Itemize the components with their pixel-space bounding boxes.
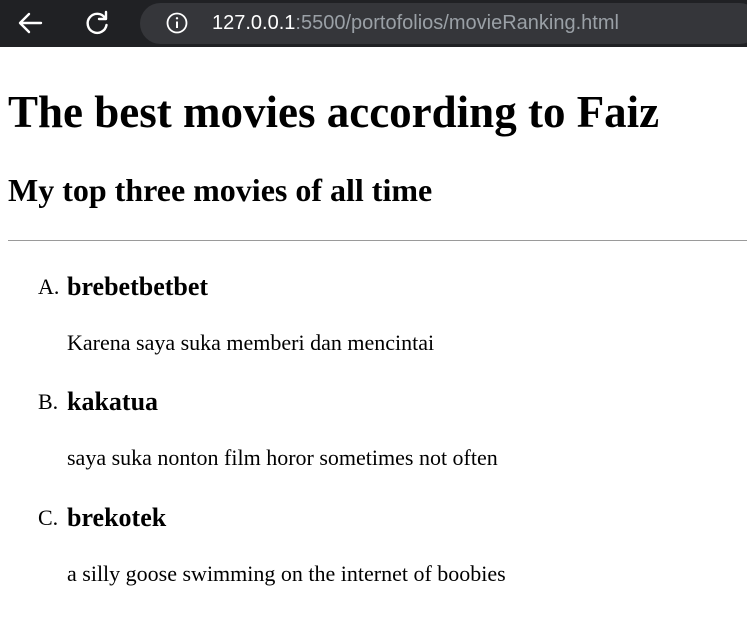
reload-button[interactable] [79,6,115,40]
back-button[interactable] [12,6,48,40]
movie-description: saya suka nonton film horor sometimes no… [67,445,498,470]
back-arrow-icon [18,12,43,34]
url-host: 127.0.0.1 [212,12,296,34]
movie-title: kakatua [67,387,159,416]
list-marker: A. [38,274,60,299]
movie-description: Karena saya suka memberi dan mencintai [67,330,435,355]
url-path: :5500/portofolios/movieRanking.html [295,12,619,34]
browser-toolbar: 127.0.0.1:5500/portofolios/movieRanking.… [0,0,747,47]
list-marker: C. [38,505,59,530]
movie-list-item: B. kakatua saya suka nonton film horor s… [0,386,747,486]
movie-list-item: C. brekotek a silly goose swimming on th… [0,502,747,602]
movie-list-item: A. brebetbetbet Karena saya suka memberi… [0,271,747,371]
movie-title: brekotek [67,503,167,532]
divider [8,240,747,241]
address-bar[interactable]: 127.0.0.1:5500/portofolios/movieRanking.… [140,3,747,44]
page-subtitle: My top three movies of all time [8,172,433,208]
info-icon[interactable] [166,12,188,34]
reload-icon [86,10,108,35]
movie-description: a silly goose swimming on the internet o… [67,561,506,586]
list-marker: B. [38,389,59,414]
movie-title: brebetbetbet [67,272,209,301]
page-content: The best movies according to Faiz My top… [0,50,747,640]
page-title: The best movies according to Faiz [8,87,660,137]
url-text[interactable]: 127.0.0.1:5500/portofolios/movieRanking.… [212,3,619,44]
